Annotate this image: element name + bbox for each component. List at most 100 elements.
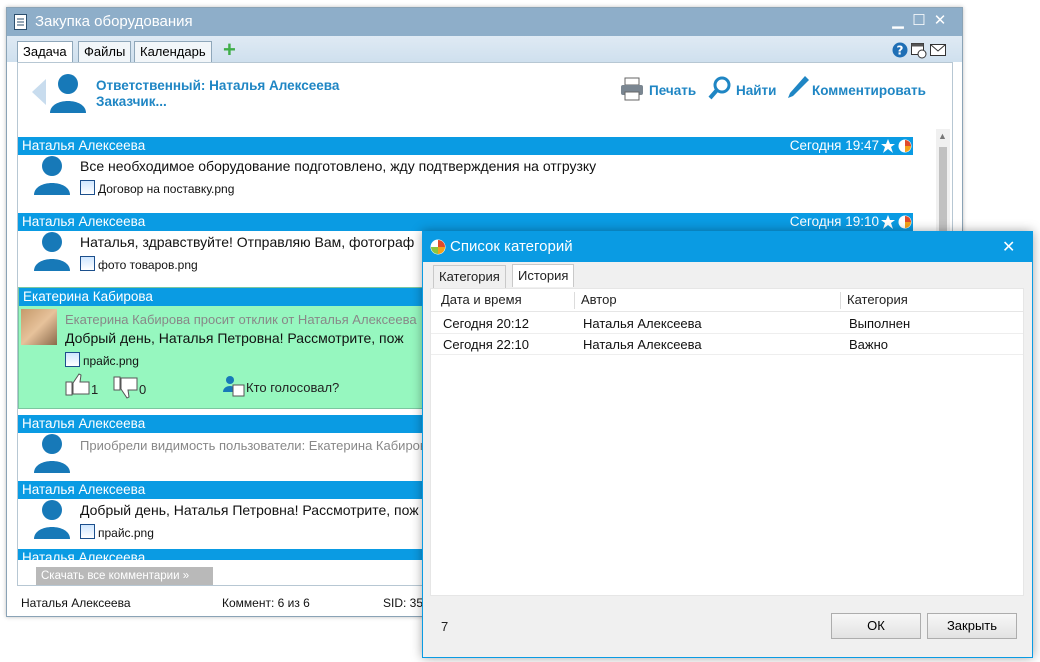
cell-category: Важно <box>849 337 889 352</box>
comment-author[interactable]: Наталья Алексеева <box>22 415 145 433</box>
table-row[interactable]: Сегодня 22:10 Наталья Алексеева Важно <box>431 334 1023 355</box>
comment-avatar <box>34 434 70 473</box>
comment-text: Приобрели видимость пользователи: Екатер… <box>80 438 434 453</box>
comment-author[interactable]: Наталья Алексеева <box>22 213 145 231</box>
comment-time: Сегодня 19:47 <box>789 138 879 153</box>
tab-category[interactable]: Категория <box>433 265 506 288</box>
comment-text: Добрый день, Наталья Петровна! Рассмотри… <box>80 502 419 518</box>
comment-avatar <box>34 156 70 195</box>
table-row[interactable]: Сегодня 20:12 Наталья Алексеева Выполнен <box>431 313 1023 334</box>
column-divider <box>574 292 575 309</box>
star-icon[interactable] <box>881 215 895 229</box>
tab-history[interactable]: История <box>512 264 575 287</box>
calendar-clock-icon[interactable] <box>911 42 927 59</box>
window-title: Закупка оборудования <box>35 13 193 30</box>
image-file-icon <box>80 256 95 271</box>
comment-button[interactable]: Комментировать <box>812 83 926 98</box>
likes-count: 1 <box>91 382 99 397</box>
minimize-button[interactable]: ▁ <box>890 12 906 30</box>
comment-time: Сегодня 19:10 <box>789 214 879 229</box>
pencil-icon[interactable] <box>786 75 810 101</box>
voters-icon[interactable] <box>222 374 246 398</box>
maximize-button[interactable]: ☐ <box>911 12 927 30</box>
attachment-link[interactable]: прайс.png <box>80 524 154 540</box>
comment-author[interactable]: Наталья Алексеева <box>22 549 145 560</box>
ok-button[interactable]: ОК <box>831 613 921 639</box>
download-all-label: Скачать все комментарии <box>41 570 180 582</box>
mail-icon[interactable] <box>930 44 946 56</box>
cell-datetime: Сегодня 20:12 <box>443 316 529 331</box>
history-grid: Дата и время Автор Категория Сегодня 20:… <box>430 288 1024 596</box>
download-all-button[interactable]: Скачать все комментарии » <box>36 567 213 585</box>
comment-text: Наталья, здравствуйте! Отправляю Вам, фо… <box>80 234 415 250</box>
comment-text: Все необходимое оборудование подготовлен… <box>80 158 597 174</box>
feedback-request-text: Екатерина Кабирова просит отклик от Ната… <box>65 312 417 327</box>
category-icon <box>430 239 446 255</box>
search-icon[interactable] <box>708 76 732 100</box>
user-photo-avatar <box>21 309 57 345</box>
comment-avatar <box>34 500 70 539</box>
responsible-avatar <box>50 74 86 113</box>
chevron-down-icon: » <box>182 570 190 582</box>
dialog-close-icon[interactable]: ✕ <box>1002 237 1015 257</box>
image-file-icon <box>80 180 95 195</box>
attachment-name[interactable]: Договор на поставку.png <box>98 182 234 196</box>
thumbs-down-icon[interactable] <box>113 376 139 400</box>
print-button[interactable]: Печать <box>649 83 696 98</box>
cell-category: Выполнен <box>849 316 911 331</box>
column-header-datetime[interactable]: Дата и время <box>441 292 522 307</box>
column-divider <box>840 292 841 309</box>
scroll-up-arrow[interactable]: ▲ <box>938 131 947 141</box>
close-button[interactable]: ✕ <box>932 12 948 30</box>
column-header-author[interactable]: Автор <box>581 292 617 307</box>
cell-datetime: Сегодня 22:10 <box>443 337 529 352</box>
comment-header: Наталья Алексеева Сегодня 19:47 <box>18 137 913 155</box>
comment-author[interactable]: Екатерина Кабирова <box>23 288 153 306</box>
attachment-link[interactable]: фото товаров.png <box>80 256 198 272</box>
image-file-icon <box>65 352 80 367</box>
title-bar: Закупка оборудования ▁ ☐ ✕ <box>7 8 962 36</box>
dialog-body: Категория История Дата и время Автор Кат… <box>423 262 1032 657</box>
cell-author: Наталья Алексеева <box>583 337 702 352</box>
tab-strip: Задача Файлы Календарь + ? <box>7 36 962 63</box>
dialog-title: Список категорий <box>450 238 573 255</box>
comment-text: Добрый день, Наталья Петровна! Рассмотри… <box>65 330 404 346</box>
tab-task[interactable]: Задача <box>17 41 73 63</box>
comment-avatar <box>34 232 70 271</box>
record-count: 7 <box>441 619 449 634</box>
status-user: Наталья Алексеева <box>21 596 131 610</box>
tab-calendar[interactable]: Календарь <box>134 41 212 62</box>
image-file-icon <box>80 524 95 539</box>
responsible-label[interactable]: Ответственный: Наталья Алексеева <box>96 78 339 93</box>
printer-icon[interactable] <box>620 77 644 101</box>
find-button[interactable]: Найти <box>736 83 776 98</box>
categories-dialog: Список категорий ✕ Категория История Дат… <box>422 231 1033 658</box>
comment-header: Наталья Алексеева Сегодня 19:10 <box>18 213 913 231</box>
comment-author[interactable]: Наталья Алексеева <box>22 481 145 499</box>
who-voted-link[interactable]: Кто голосовал? <box>246 380 339 395</box>
tab-files[interactable]: Файлы <box>78 41 132 62</box>
svg-text:?: ? <box>897 44 904 58</box>
back-arrow-icon[interactable] <box>32 79 46 105</box>
cell-author: Наталья Алексеева <box>583 316 702 331</box>
comment-author[interactable]: Наталья Алексеева <box>22 137 145 155</box>
dialog-title-bar: Список категорий ✕ <box>423 232 1032 262</box>
add-tab-icon[interactable]: + <box>223 39 236 61</box>
help-icon[interactable]: ? <box>892 42 908 58</box>
attachment-link[interactable]: прайс.png <box>65 352 139 368</box>
attachment-name[interactable]: прайс.png <box>98 526 154 540</box>
attachment-link[interactable]: Договор на поставку.png <box>80 180 234 196</box>
close-dialog-button[interactable]: Закрыть <box>927 613 1017 639</box>
customer-label[interactable]: Заказчик... <box>96 94 167 109</box>
column-header-category[interactable]: Категория <box>847 292 908 307</box>
document-icon <box>14 14 27 30</box>
category-icon[interactable] <box>898 215 912 229</box>
dislikes-count: 0 <box>139 382 147 397</box>
status-comment-count: Коммент: 6 из 6 <box>222 596 310 610</box>
attachment-name[interactable]: прайс.png <box>83 354 139 368</box>
attachment-name[interactable]: фото товаров.png <box>98 258 198 272</box>
header-divider <box>431 311 1023 312</box>
category-icon[interactable] <box>898 139 912 153</box>
star-icon[interactable] <box>881 139 895 153</box>
thumbs-up-icon[interactable] <box>65 372 91 396</box>
